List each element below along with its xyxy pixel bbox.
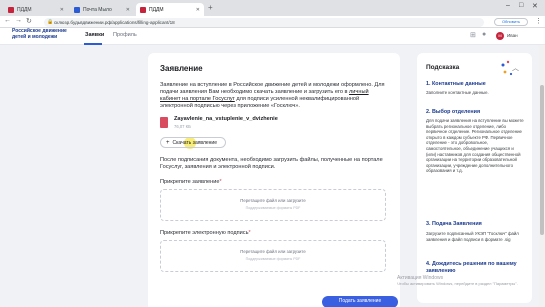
required-mark: *	[219, 179, 222, 185]
step-text: Заполните контактные данные.	[426, 90, 489, 95]
dropzone-text: Перетащите файл или загрузите	[240, 198, 306, 203]
step-text: Загрузите подписанный УКЭП "Госключ" фай…	[426, 231, 519, 242]
update-button[interactable]: Обновить	[494, 18, 528, 26]
step-title: 1. Контактные данные	[426, 81, 486, 87]
site-header: Российское движение детей и молодежи Зая…	[0, 28, 545, 45]
hint-panel: Подсказка ︿ 1. Контактные данные Заполни…	[417, 53, 532, 303]
tab-label: Почта Мыло	[83, 6, 112, 13]
reload-icon[interactable]: ↻	[26, 17, 32, 25]
url-input[interactable]: 🔒 склюзр.будьвдвижении.рф/applications/f…	[44, 18, 484, 27]
step-title: 3. Подача Заявления	[426, 221, 482, 227]
hint-title: Подсказка	[426, 64, 460, 71]
download-label: Скачать заявление	[172, 139, 218, 146]
nav-applications[interactable]: Заявки	[85, 32, 104, 38]
logo[interactable]: Российское движение детей и молодежи	[12, 28, 67, 40]
logo-line: детей и молодежи	[12, 33, 58, 40]
plus-icon: +	[166, 139, 170, 146]
pdf-file-icon	[160, 117, 168, 128]
signature-field-label: Прикрепите электронную подпись*	[160, 230, 251, 236]
dropzone-hint: Поддерживаемые форматы PDF	[245, 257, 301, 261]
tab-label: ПДДМ	[17, 6, 32, 13]
user-name[interactable]: Иван	[507, 33, 518, 38]
intro-text: Заявление на вступление в Российское дви…	[160, 82, 385, 110]
field-label-text: Прикрепите электронную подпись	[160, 230, 249, 236]
new-tab-button[interactable]: +	[208, 3, 213, 12]
favicon-icon	[140, 6, 146, 13]
lock-icon: 🔒	[47, 19, 54, 25]
grid-icon[interactable]: ⊞	[470, 31, 476, 39]
favicon-icon	[8, 6, 14, 13]
browser-tab-active[interactable]: ПДДМ ✕	[136, 3, 204, 16]
close-icon[interactable]: ✕	[126, 7, 130, 13]
windows-activation-watermark: Активация Windows Чтобы активировать Win…	[397, 275, 518, 287]
after-sign-text: После подписания документа, необходимо з…	[160, 157, 383, 170]
file-name[interactable]: Zayavlenie_na_vstuplenie_v_dvizhenie	[174, 116, 278, 122]
watermark-line: Чтобы активировать Windows, перейдите в …	[397, 281, 518, 286]
chevron-up-icon[interactable]: ︿	[512, 63, 519, 73]
download-application-button[interactable]: + Скачать заявление	[160, 137, 226, 148]
application-field-label: Прикрепите заявление*	[160, 179, 222, 185]
maximize-button[interactable]: □	[519, 2, 523, 9]
scroll-thumb[interactable]	[540, 85, 544, 235]
application-card: Заявление Заявление на вступление в Росс…	[148, 53, 400, 307]
file-size: 76,07 КБ	[174, 124, 191, 129]
step-title: 2. Выбор отделения	[426, 109, 481, 115]
tab-label: ПДДМ	[149, 6, 164, 13]
signature-dropzone[interactable]: Перетащите файл или загрузите Поддержива…	[160, 240, 386, 272]
more-icon[interactable]: ⋮	[535, 17, 542, 25]
browser-tab[interactable]: ПДДМ ✕	[4, 3, 68, 16]
minimize-button[interactable]: –	[506, 2, 510, 9]
avatar[interactable]: М	[496, 32, 504, 40]
dropzone-text: Перетащите файл или загрузите	[240, 249, 306, 254]
address-bar: ← → ↻ 🔒 склюзр.будьвдвижении.рф/applicat…	[0, 16, 545, 28]
nav-profile[interactable]: Профиль	[113, 32, 137, 38]
favicon-icon	[74, 6, 80, 13]
dropzone-hint: Поддерживаемые форматы PDF	[245, 206, 301, 210]
browser-tab-strip: ПДДМ ✕ Почта Мыло ✕ ПДДМ ✕ + – □ ✕	[0, 0, 545, 16]
browser-tab[interactable]: Почта Мыло ✕	[70, 3, 134, 16]
step-text: Для подачи заявления на вступление вы мо…	[426, 118, 524, 174]
url-text: склюзр.будьвдвижении.рф/applications/fil…	[54, 20, 175, 25]
step-title: 4. Дождитесь решения по вашему заявлению	[426, 261, 517, 274]
back-icon[interactable]: ←	[4, 17, 11, 24]
nav-active-indicator	[84, 43, 102, 45]
bell-icon[interactable]: ●	[482, 31, 486, 38]
page-scrollbar[interactable]	[539, 45, 545, 307]
close-window-button[interactable]: ✕	[532, 2, 538, 10]
required-mark: *	[248, 230, 251, 236]
page-title: Заявление	[160, 64, 203, 73]
close-icon[interactable]: ✕	[196, 7, 200, 13]
application-dropzone[interactable]: Перетащите файл или загрузите Поддержива…	[160, 189, 386, 221]
submit-application-button[interactable]: Подать заявление	[322, 296, 398, 307]
field-label-text: Прикрепите заявление	[160, 179, 220, 185]
forward-icon[interactable]: →	[15, 17, 22, 24]
close-icon[interactable]: ✕	[60, 7, 64, 13]
